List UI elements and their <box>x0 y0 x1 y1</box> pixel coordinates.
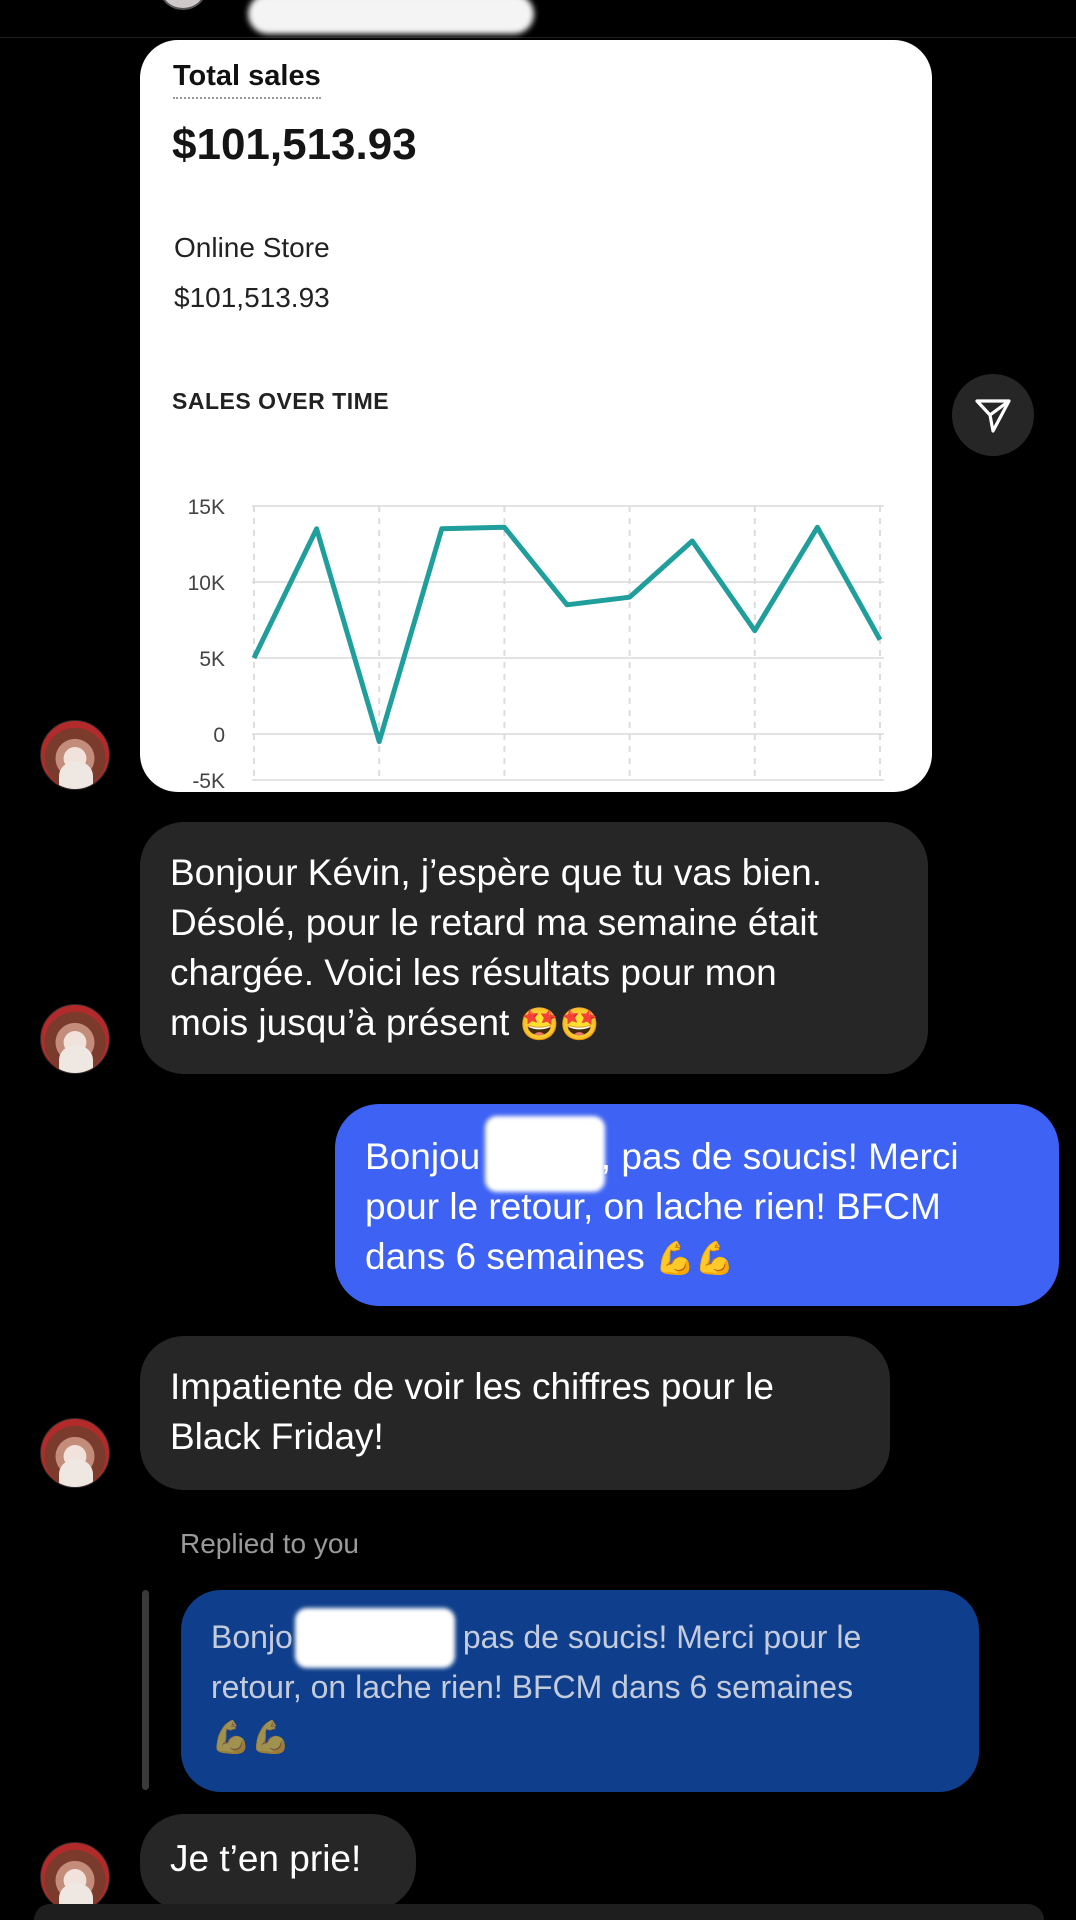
y-tick-label: 5K <box>199 648 225 671</box>
redacted-name <box>485 1116 605 1192</box>
star-struck-emoji-icon: 🤩🤩 <box>519 1005 600 1043</box>
share-button[interactable] <box>952 374 1034 456</box>
message-line: Impatiente de voir les chiffres pour le <box>170 1366 774 1407</box>
reply-indicator-bar <box>142 1590 149 1790</box>
y-tick-label: -5K <box>192 770 225 792</box>
message-composer-edge <box>34 1904 1044 1920</box>
message-line: Bonjour Kévin, j’espère que tu vas bien. <box>170 852 823 893</box>
chat-screen: Total sales $101,513.93 Online Store $10… <box>0 0 1076 1920</box>
sales-over-time-chart: 15K 10K 5K 0 -5K <box>188 496 884 792</box>
message-line: Désolé, pour le retard ma semaine était <box>170 902 818 943</box>
quoted-line: pas de soucis! Merci pour le <box>462 1619 862 1655</box>
chat-header <box>0 0 1076 38</box>
message-line: dans 6 semaines <box>365 1236 645 1277</box>
sent-message[interactable]: Bonjou e, pas de soucis! Merci pour le re… <box>335 1104 1059 1306</box>
contact-avatar[interactable] <box>40 1418 110 1488</box>
replied-to-you-label: Replied to you <box>180 1528 360 1559</box>
flexed-biceps-emoji-icon: 💪💪 <box>211 1718 291 1756</box>
message-line: chargée. Voici les résultats pour mon <box>170 952 777 993</box>
received-message[interactable]: Bonjour Kévin, j’espère que tu vas bien.… <box>140 822 928 1074</box>
received-message[interactable]: Je t’en prie! <box>140 1814 416 1910</box>
received-message[interactable]: Impatiente de voir les chiffres pour le … <box>140 1336 890 1490</box>
message-line: pour le retour, on lache rien! BFCM <box>365 1186 941 1227</box>
contact-avatar[interactable] <box>40 1004 110 1074</box>
paper-plane-icon <box>975 399 1011 433</box>
contact-avatar[interactable] <box>40 1842 110 1912</box>
y-tick-label: 15K <box>188 496 225 519</box>
message-line: e, pas de soucis! Merci <box>580 1136 959 1177</box>
header-avatar[interactable] <box>160 0 206 10</box>
redacted-name <box>295 1608 455 1668</box>
message-line: Black Friday! <box>170 1416 384 1457</box>
message-line: Je t’en prie! <box>170 1838 362 1879</box>
contact-avatar[interactable] <box>40 720 110 790</box>
redacted-name <box>248 0 534 34</box>
message-line: mois jusqu’à présent <box>170 1002 510 1043</box>
sales-series-line <box>251 524 883 745</box>
quoted-line: retour, on lache rien! BFCM dans 6 semai… <box>211 1669 854 1705</box>
y-tick-label: 0 <box>213 724 225 747</box>
message-line: Bonjou <box>365 1136 481 1177</box>
quoted-reply-message[interactable]: Bonjo pas de soucis! Merci pour le retour… <box>181 1590 979 1792</box>
quoted-line: Bonjo <box>211 1619 293 1655</box>
shared-sales-card[interactable]: Total sales $101,513.93 Online Store $10… <box>140 40 932 792</box>
y-tick-label: 10K <box>188 572 225 595</box>
flexed-biceps-emoji-icon: 💪💪 <box>655 1239 735 1277</box>
